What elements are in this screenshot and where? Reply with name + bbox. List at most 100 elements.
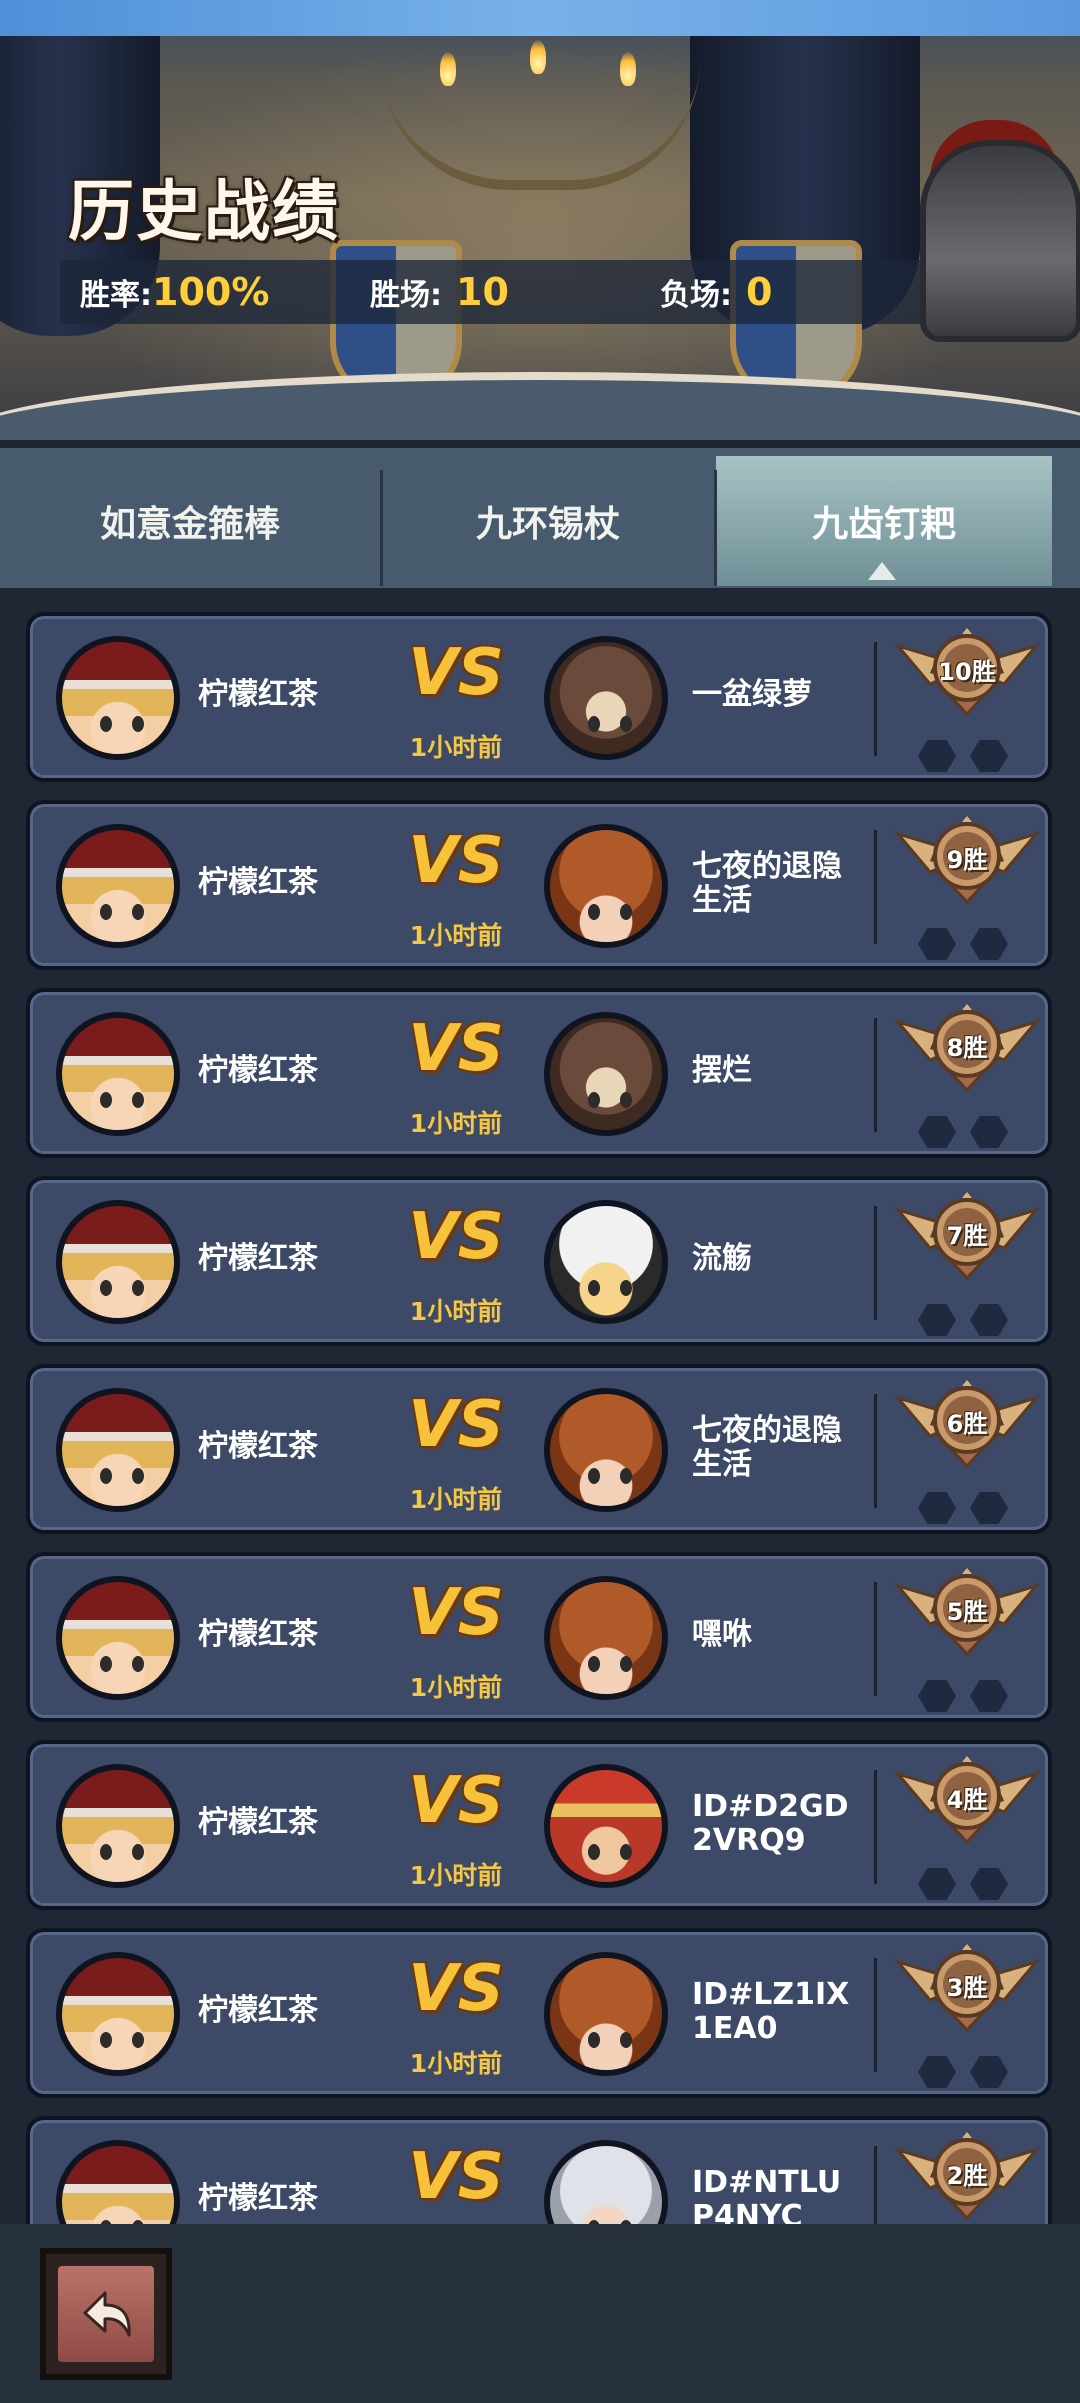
player-name: 柠檬红茶 [198,677,318,712]
win-count-label: 9胜 [946,846,988,874]
vs-label: VS [408,1200,504,1274]
avatar-eye [100,716,112,732]
win-streak-badge: 5胜 [892,1568,1042,1658]
win-streak-badge: 6胜 [892,1380,1042,1470]
match-card[interactable]: 柠檬红茶 VS 1小时前 七夜的退隐生活 9胜 [26,800,1052,970]
page-title: 历史战绩 [68,173,340,250]
player-avatar [56,1012,180,1136]
match-time: 1小时前 [409,921,503,950]
win-count-label: 4胜 [946,1786,988,1814]
match-card[interactable]: 柠檬红茶 VS 1小时前 ID#LZ1IX1EA0 3胜 [26,1928,1052,2098]
avatar-eye [620,1656,632,1672]
hex-slot-icon [970,1116,1008,1148]
vs-label: VS [408,1012,504,1086]
opponent-name: 嘿咻 [692,1617,752,1652]
win-streak-badge: 7胜 [892,1192,1042,1282]
avatar-eye [132,1656,144,1672]
player-name: 柠檬红茶 [198,1617,318,1652]
match-time: 1小时前 [409,2049,503,2078]
match-card[interactable]: 柠檬红茶VS1小时前ID#NTLUP4NYC2胜 [26,2116,1052,2224]
hex-slot-icon [918,1492,956,1524]
avatar-eye [100,904,112,920]
match-card[interactable]: 柠檬红茶 VS 1小时前 一盆绿萝 10胜 [26,612,1052,782]
vs-label: VS [408,1952,504,2026]
avatar-eye [588,1280,600,1296]
vs-label: VS [408,2140,504,2214]
hex-slot-icon [918,740,956,772]
avatar-eye [588,1656,600,1672]
hex-slot-icon [970,740,1008,772]
win-count-label: 10胜 [938,658,996,686]
warrior-avatar[interactable] [544,1764,668,1888]
candle-flame [440,52,456,86]
avatar-eye [620,716,632,732]
wins-value: 10 [456,270,509,314]
card-divider [874,642,877,756]
losses-value: 0 [746,270,773,314]
win-count-label: 8胜 [946,1034,988,1062]
player-avatar [56,2140,180,2224]
player-avatar [56,1764,180,1888]
match-time: 1小时前 [409,733,503,762]
avatar-eye [100,1468,112,1484]
match-history-list[interactable]: 柠檬红茶 VS 1小时前 一盆绿萝 10胜 柠檬红茶 VS 1小时前 七夜的退隐生活 9胜 柠檬红茶… [0,588,1080,2224]
hex-slot-icon [918,2056,956,2088]
win-count-label: 2胜 [946,2162,988,2190]
card-divider [874,1958,877,2072]
player-name: 柠檬红茶 [198,1241,318,1276]
elder-avatar[interactable] [544,2140,668,2224]
chandelier [380,60,700,190]
pumpkin-avatar[interactable] [544,1576,668,1700]
pumpkin-avatar[interactable] [544,1388,668,1512]
tab-divider [380,470,383,586]
hex-slot-icon [918,1868,956,1900]
avatar-eye [132,1844,144,1860]
wins-stat: 胜场: 10 [370,270,509,314]
player-avatar [56,1952,180,2076]
win-streak-badge: 2胜 [892,2132,1042,2222]
card-divider [874,1394,877,1508]
hex-slot-icon [918,1304,956,1336]
card-divider [874,1018,877,1132]
avatar-eye [588,716,600,732]
match-card[interactable]: 柠檬红茶 VS 1小时前 流觞 7胜 [26,1176,1052,1346]
card-divider [874,830,877,944]
vs-label: VS [408,824,504,898]
bottom-bar [0,2224,1080,2403]
avatar-eye [588,1468,600,1484]
player-name: 柠檬红茶 [198,865,318,900]
header-base [0,372,1080,440]
candle-flame [620,52,636,86]
tab-divider [714,470,717,586]
match-card[interactable]: 柠檬红茶 VS 1小时前 七夜的退隐生活 6胜 [26,1364,1052,1534]
tab-jiuhuan-xizhang[interactable]: 九环锡杖 [382,456,714,586]
card-divider [874,2146,877,2224]
monkey-avatar[interactable] [544,636,668,760]
monkey-avatar[interactable] [544,1012,668,1136]
match-card[interactable]: 柠檬红茶 VS 1小时前 ID#D2GD2VRQ9 4胜 [26,1740,1052,1910]
back-button[interactable] [40,2248,172,2380]
hex-slot-icon [970,1304,1008,1336]
vs-label: VS [408,1764,504,1838]
match-time: 1小时前 [409,1109,503,1138]
opponent-name: ID#NTLUP4NYC [692,2165,842,2225]
match-card[interactable]: 柠檬红茶 VS 1小时前 摆烂 8胜 [26,988,1052,1158]
match-card[interactable]: 柠檬红茶 VS 1小时前 嘿咻 5胜 [26,1552,1052,1722]
match-time: 1小时前 [409,1485,503,1514]
card-divider [874,1770,877,1884]
pumpkin-avatar[interactable] [544,824,668,948]
opponent-name: 流觞 [692,1241,752,1276]
panda-avatar[interactable] [544,1200,668,1324]
player-name: 柠檬红茶 [198,1053,318,1088]
opponent-name: 七夜的退隐生活 [692,1413,842,1482]
pumpkin-avatar[interactable] [544,1952,668,2076]
opponent-name: ID#D2GD2VRQ9 [692,1789,849,1858]
match-time: 1小时前 [409,1673,503,1702]
hex-slot-icon [970,1680,1008,1712]
avatar-eye [132,716,144,732]
hex-slot-icon [918,928,956,960]
avatar-eye [620,904,632,920]
match-time: 1小时前 [409,1861,503,1890]
tab-ruyi-jingubang[interactable]: 如意金箍棒 [0,456,380,586]
player-avatar [56,636,180,760]
